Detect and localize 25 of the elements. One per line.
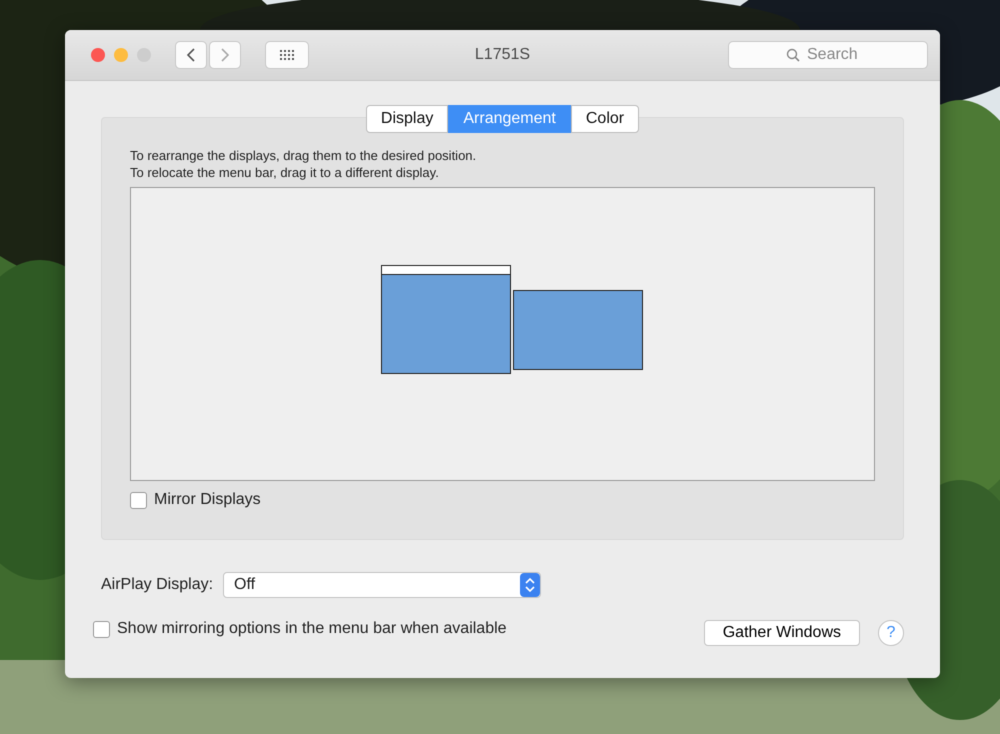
instruction-text: To rearrange the displays, drag them to the desired position. <box>130 147 478 164</box>
window-title: L1751S <box>474 46 530 64</box>
grid-icon <box>279 49 295 61</box>
chevron-left-icon <box>186 48 196 62</box>
search-icon <box>786 48 800 62</box>
back-button[interactable] <box>175 41 207 69</box>
search-field[interactable]: Search <box>728 41 928 69</box>
tab[interactable]: Display <box>366 105 448 133</box>
checkbox-label: Mirror Displays <box>154 491 261 509</box>
tab[interactable]: Color <box>570 105 640 133</box>
menu-bar[interactable] <box>382 266 510 275</box>
display-thumbnail[interactable] <box>513 290 643 370</box>
display-thumbnail[interactable] <box>381 265 511 374</box>
gather-windows-button[interactable]: Gather Windows <box>704 620 860 646</box>
stepper-icon <box>520 573 540 597</box>
checkbox-label: Show mirroring options in the menu bar when available <box>117 620 507 638</box>
close-button[interactable] <box>91 48 105 62</box>
checkbox[interactable] <box>93 620 110 638</box>
checkbox[interactable] <box>130 492 147 508</box>
field-label: AirPlay Display: <box>101 576 214 594</box>
instruction-text: To relocate the menu bar, drag it to a different display. <box>130 164 440 181</box>
airplay-dropdown[interactable]: Off <box>223 572 542 598</box>
chevron-right-icon <box>220 48 230 62</box>
show-all-button[interactable] <box>265 41 309 69</box>
forward-button[interactable] <box>209 41 241 69</box>
